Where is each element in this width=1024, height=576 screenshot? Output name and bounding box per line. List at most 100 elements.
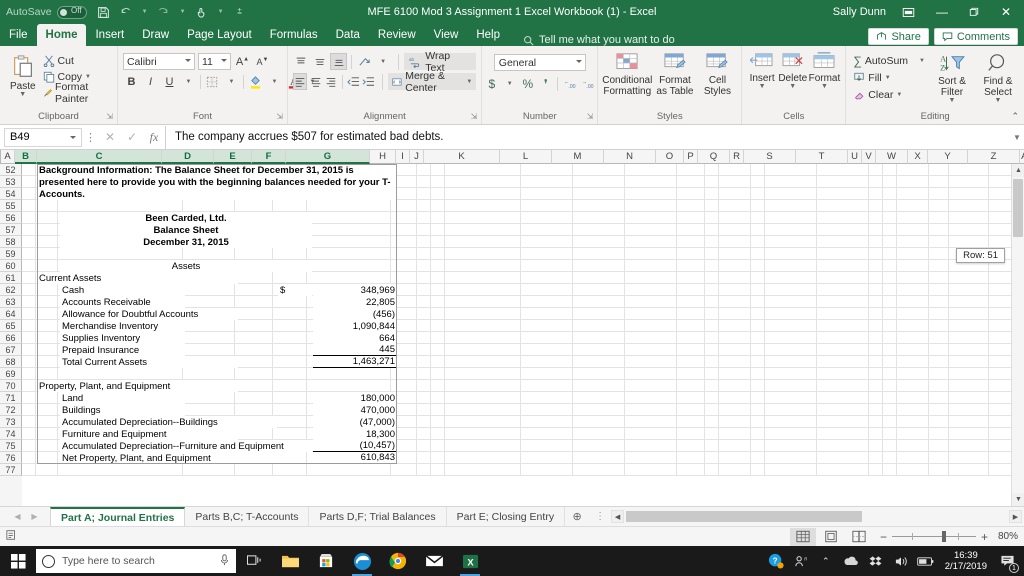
row-header-73[interactable]: 73 <box>0 416 22 428</box>
cell-V61[interactable] <box>883 272 897 284</box>
cell-V74[interactable] <box>883 428 897 440</box>
format-as-table-button[interactable]: Format as Table <box>653 51 696 97</box>
fill-button[interactable]: Fill ▼ <box>851 70 927 85</box>
cell-F64[interactable] <box>273 308 307 320</box>
cell-X59[interactable] <box>929 248 949 260</box>
cell-X58[interactable] <box>929 236 949 248</box>
cell-P69[interactable] <box>705 368 719 380</box>
cell-V60[interactable] <box>883 260 897 272</box>
cell-L57[interactable] <box>521 224 573 236</box>
cell-B69[interactable] <box>36 368 58 380</box>
tab-file[interactable]: File <box>0 24 37 46</box>
cell-Q74[interactable] <box>719 428 751 440</box>
cell-V69[interactable] <box>883 368 897 380</box>
cell-F72[interactable] <box>273 404 307 416</box>
cell-G76[interactable]: 610,843 <box>313 452 397 464</box>
cell-Q70[interactable] <box>719 380 751 392</box>
cell-X77[interactable] <box>929 464 949 476</box>
cell-T75[interactable] <box>817 440 869 452</box>
cell-E71[interactable] <box>235 392 273 404</box>
cell-Q53[interactable] <box>719 176 751 188</box>
cell-X67[interactable] <box>929 344 949 356</box>
cell-K60[interactable] <box>445 260 521 272</box>
column-header-F[interactable]: F <box>252 150 286 164</box>
cell-J53[interactable] <box>431 176 445 188</box>
cell-T73[interactable] <box>817 416 869 428</box>
font-size-input[interactable]: 11 <box>197 53 231 70</box>
cell-K61[interactable] <box>445 272 521 284</box>
cell-V72[interactable] <box>883 404 897 416</box>
zoom-slider[interactable]: − + <box>880 530 988 544</box>
cell-P55[interactable] <box>705 200 719 212</box>
cell-G65[interactable]: 1,090,844 <box>313 320 397 332</box>
cell-V73[interactable] <box>883 416 897 428</box>
restore-button[interactable] <box>958 0 990 24</box>
zoom-thumb[interactable] <box>941 531 946 542</box>
clear-button[interactable]: Clear ▼ <box>851 87 927 102</box>
column-header-C[interactable]: C <box>37 150 162 164</box>
cell-P60[interactable] <box>705 260 719 272</box>
cell-G68[interactable]: 1,463,271 <box>313 356 397 368</box>
cell-S75[interactable] <box>765 440 817 452</box>
cell-P58[interactable] <box>705 236 719 248</box>
row-header-76[interactable]: 76 <box>0 452 22 464</box>
cell-O68[interactable] <box>677 356 705 368</box>
cell-J70[interactable] <box>431 380 445 392</box>
row-header-72[interactable]: 72 <box>0 404 22 416</box>
cell-X54[interactable] <box>929 188 949 200</box>
cell-N62[interactable] <box>625 284 677 296</box>
cell-G71[interactable]: 180,000 <box>313 392 397 404</box>
cell-E63[interactable] <box>235 296 273 308</box>
cancel-entry-icon[interactable]: ✕ <box>99 127 121 147</box>
cell-R71[interactable] <box>751 392 765 404</box>
cell-O60[interactable] <box>677 260 705 272</box>
cell-W61[interactable] <box>897 272 929 284</box>
zoom-out-button[interactable]: − <box>880 530 887 544</box>
cell-P68[interactable] <box>705 356 719 368</box>
cell-W72[interactable] <box>897 404 929 416</box>
cell-J62[interactable] <box>431 284 445 296</box>
cell-K73[interactable] <box>445 416 521 428</box>
cell-L65[interactable] <box>521 320 573 332</box>
cell-A56[interactable] <box>22 212 36 224</box>
edge-browser-icon[interactable] <box>344 546 380 576</box>
cell-C66[interactable]: Supplies Inventory <box>60 332 185 344</box>
cell-X72[interactable] <box>929 404 949 416</box>
cell-W70[interactable] <box>897 380 929 392</box>
touch-mode-icon[interactable] <box>191 1 213 23</box>
cell-A75[interactable] <box>22 440 36 452</box>
cell-Q69[interactable] <box>719 368 751 380</box>
cell-O54[interactable] <box>677 188 705 200</box>
paste-dropdown-icon[interactable]: ▼ <box>19 91 26 98</box>
people-icon[interactable]: R <box>789 546 813 576</box>
cell-M64[interactable] <box>573 308 625 320</box>
cell-N54[interactable] <box>625 188 677 200</box>
zoom-track[interactable] <box>891 531 976 542</box>
cell-A62[interactable] <box>22 284 36 296</box>
column-header-AA[interactable]: AA <box>1020 150 1024 164</box>
cell-Q57[interactable] <box>719 224 751 236</box>
redo-icon[interactable] <box>153 1 175 23</box>
cell-U70[interactable] <box>869 380 883 392</box>
cell-M57[interactable] <box>573 224 625 236</box>
cell-J54[interactable] <box>431 188 445 200</box>
cell-U63[interactable] <box>869 296 883 308</box>
cell-Y55[interactable] <box>949 200 989 212</box>
row-header-62[interactable]: 62 <box>0 284 22 296</box>
cell-R52[interactable] <box>751 164 765 176</box>
cell-X65[interactable] <box>929 320 949 332</box>
horizontal-scrollbar[interactable]: ◀ ▶ <box>611 507 1024 527</box>
cell-X70[interactable] <box>929 380 949 392</box>
cell-U58[interactable] <box>869 236 883 248</box>
cell-K63[interactable] <box>445 296 521 308</box>
cell-M71[interactable] <box>573 392 625 404</box>
cell-S59[interactable] <box>765 248 817 260</box>
cell-R68[interactable] <box>751 356 765 368</box>
cell-F62[interactable]: $ <box>278 284 312 296</box>
cell-E72[interactable] <box>235 404 273 416</box>
cell-T76[interactable] <box>817 452 869 464</box>
cell-U64[interactable] <box>869 308 883 320</box>
cell-B65[interactable] <box>36 320 58 332</box>
cell-N66[interactable] <box>625 332 677 344</box>
cell-B58[interactable] <box>36 236 58 248</box>
